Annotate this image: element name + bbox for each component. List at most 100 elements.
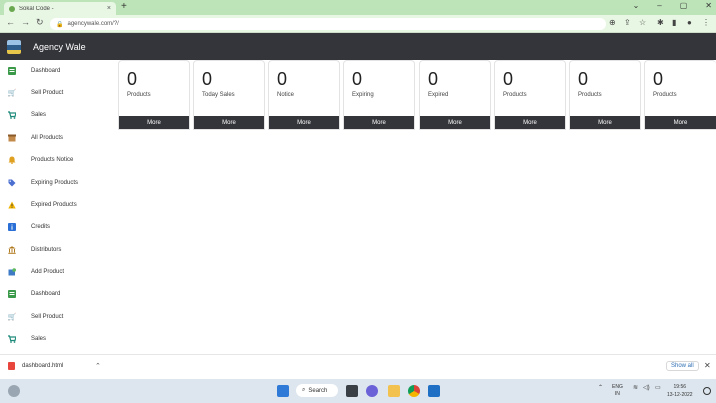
box-icon bbox=[8, 134, 16, 142]
taskbar-search-label: Search bbox=[308, 387, 328, 394]
sidebar-item-label: Dashboard bbox=[31, 291, 61, 297]
minimize-button[interactable]: – bbox=[657, 1, 661, 10]
address-bar-row: ← → ↻ 🔒 agencywale.com/?/ ⊕ ⇪ ☆ ✱ ▮ ● ⋮ bbox=[0, 15, 716, 33]
sidebar-item-label: Credits bbox=[31, 224, 51, 230]
stat-label: Products bbox=[503, 92, 527, 98]
stat-card-notice: 0 Notice More bbox=[268, 60, 340, 130]
more-button[interactable]: More bbox=[119, 116, 189, 129]
stat-value: 0 bbox=[127, 69, 138, 89]
tab-close-icon[interactable]: × bbox=[107, 5, 111, 12]
add-box-icon bbox=[8, 268, 16, 276]
stat-value: 0 bbox=[653, 69, 664, 89]
start-windows-icon[interactable] bbox=[277, 385, 289, 397]
sidebar-item-distributors[interactable]: Distributors bbox=[0, 243, 115, 257]
volume-icon[interactable]: ◁) bbox=[643, 384, 650, 391]
notification-icon[interactable] bbox=[703, 387, 711, 395]
chat-icon[interactable] bbox=[366, 385, 378, 397]
sidebar-item-add-product[interactable]: Add Product bbox=[0, 265, 115, 279]
sidebar-item-sales[interactable]: Sales bbox=[0, 332, 115, 346]
download-item[interactable]: dashboard.html bbox=[8, 362, 63, 370]
sidebar-item-dashboard[interactable]: Dashboard bbox=[0, 287, 115, 301]
sidebar-item-sell-product[interactable]: 🛒 Sell Product bbox=[0, 86, 115, 100]
chevron-up-icon[interactable]: ⌃ bbox=[95, 362, 101, 370]
sidebar-item-label: Expired Products bbox=[31, 202, 77, 208]
sidebar-item-label: Sales bbox=[31, 336, 47, 342]
stat-value: 0 bbox=[277, 69, 288, 89]
show-all-button[interactable]: Show all bbox=[666, 361, 699, 371]
info-icon bbox=[8, 223, 16, 231]
stat-value: 0 bbox=[578, 69, 589, 89]
clock-time: 19:56 bbox=[673, 384, 687, 390]
chevron-up-tray-icon[interactable]: ⌃ bbox=[598, 384, 603, 391]
profile-avatar-icon[interactable]: ● bbox=[687, 18, 692, 27]
region-code: IN bbox=[614, 391, 620, 397]
stat-value: 0 bbox=[202, 69, 213, 89]
stat-card-products: 0 Products More bbox=[569, 60, 641, 130]
reload-icon[interactable]: ↻ bbox=[36, 17, 44, 28]
new-tab-button[interactable]: + bbox=[121, 1, 127, 12]
stat-label: Expiring bbox=[352, 92, 374, 98]
sidebar-item-label: All Products bbox=[31, 135, 64, 141]
bookmark-star-icon[interactable]: ☆ bbox=[639, 18, 646, 27]
maximize-button[interactable]: ▢ bbox=[680, 1, 688, 10]
dashboard-icon bbox=[8, 67, 16, 75]
system-clock[interactable]: 19:56 13-12-2022 bbox=[667, 383, 693, 399]
sidebar-item-label: Sales bbox=[31, 112, 47, 118]
sidebar-item-sales[interactable]: Sales bbox=[0, 108, 115, 122]
sidebar-item-credits[interactable]: Credits bbox=[0, 220, 115, 234]
sidebar: Dashboard 🛒 Sell Product Sales All Produ… bbox=[0, 60, 115, 354]
bank-icon bbox=[8, 246, 16, 254]
forward-arrow-icon[interactable]: → bbox=[21, 17, 30, 27]
sidebar-item-all-products[interactable]: All Products bbox=[0, 131, 115, 145]
more-button[interactable]: More bbox=[570, 116, 640, 129]
browser-tab[interactable]: Sokal Code - × bbox=[4, 2, 116, 15]
sidebar-item-label: Expiring Products bbox=[31, 180, 79, 186]
wifi-icon[interactable]: ≋ bbox=[633, 384, 638, 391]
more-button[interactable]: More bbox=[269, 116, 339, 129]
taskbar-search[interactable]: ⌕ Search bbox=[296, 384, 338, 397]
bell-icon bbox=[8, 156, 16, 164]
stat-card-products: 0 Products More bbox=[644, 60, 716, 130]
sidebar-item-label: Add Product bbox=[31, 269, 65, 275]
sidebar-item-sell-product[interactable]: 🛒 Sell Product bbox=[0, 310, 115, 324]
sidebar-item-products-notice[interactable]: Products Notice bbox=[0, 153, 115, 167]
more-button[interactable]: More bbox=[194, 116, 264, 129]
sidebar-item-expired-products[interactable]: Expired Products bbox=[0, 198, 115, 212]
brand-title[interactable]: Agency Wale bbox=[33, 42, 86, 52]
tab-search-icon[interactable]: ⌄ bbox=[633, 1, 640, 10]
stat-value: 0 bbox=[352, 69, 363, 89]
browser-menu-icon[interactable]: ⋮ bbox=[702, 18, 710, 27]
sidebar-item-label: Dashboard bbox=[31, 68, 61, 74]
more-button[interactable]: More bbox=[645, 116, 716, 129]
stat-label: Products bbox=[578, 92, 602, 98]
window-controls: ⌄ – ▢ ✕ bbox=[633, 1, 712, 10]
file-explorer-icon[interactable] bbox=[388, 385, 400, 397]
task-view-icon[interactable] bbox=[346, 385, 358, 397]
url-field[interactable]: 🔒 agencywale.com/?/ bbox=[50, 18, 606, 30]
stat-label: Notice bbox=[277, 92, 295, 98]
more-button[interactable]: More bbox=[495, 116, 565, 129]
download-bar: dashboard.html ⌃ Show all ✕ bbox=[0, 354, 716, 379]
close-window-button[interactable]: ✕ bbox=[705, 1, 712, 10]
stat-card-products: 0 Products More bbox=[118, 60, 190, 130]
weather-icon[interactable] bbox=[8, 385, 20, 397]
chrome-icon[interactable] bbox=[408, 385, 420, 397]
sidebar-item-dashboard[interactable]: Dashboard bbox=[0, 64, 115, 78]
stat-card-expiring: 0 Expiring More bbox=[343, 60, 415, 130]
vscode-icon[interactable] bbox=[428, 385, 440, 397]
cart-icon: 🛒 bbox=[7, 89, 17, 97]
tab-title: Sokal Code - bbox=[19, 5, 54, 12]
more-button[interactable]: More bbox=[344, 116, 414, 129]
sidebar-item-expiring-products[interactable]: Expiring Products bbox=[0, 176, 115, 190]
language-indicator[interactable]: ENG IN bbox=[612, 384, 623, 398]
side-panel-icon[interactable]: ▮ bbox=[672, 18, 676, 27]
sidebar-item-label: Products Notice bbox=[31, 157, 74, 163]
close-download-bar-icon[interactable]: ✕ bbox=[704, 361, 711, 370]
share-icon[interactable]: ⇪ bbox=[624, 18, 631, 27]
back-arrow-icon[interactable]: ← bbox=[6, 17, 15, 27]
more-button[interactable]: More bbox=[420, 116, 490, 129]
sidebar-item-label: Distributors bbox=[31, 247, 62, 253]
extensions-icon[interactable]: ✱ bbox=[657, 18, 664, 27]
battery-icon[interactable]: ▭ bbox=[655, 384, 661, 391]
install-app-icon[interactable]: ⊕ bbox=[609, 18, 616, 27]
